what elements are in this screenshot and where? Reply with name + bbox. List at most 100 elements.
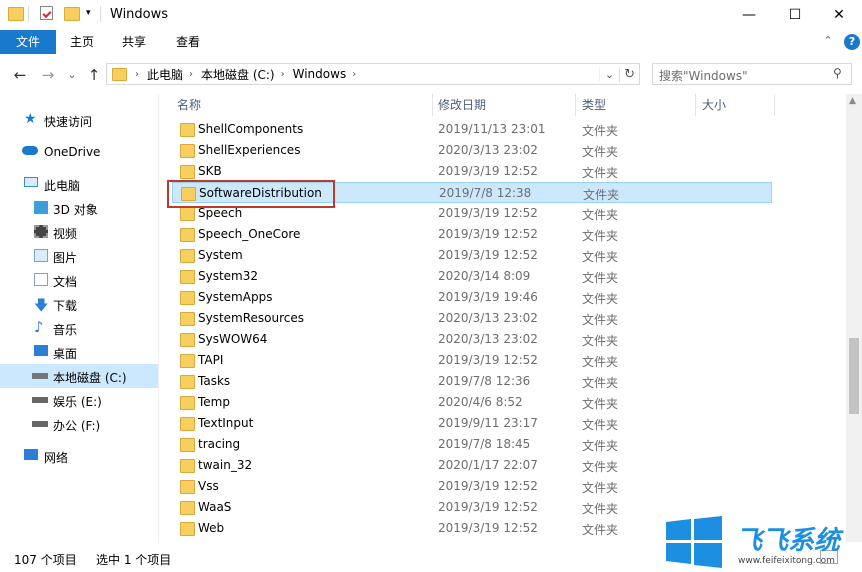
file-date: 2019/7/8 12:38 — [439, 186, 532, 200]
tab-view[interactable]: 查看 — [166, 30, 210, 54]
column-header-name[interactable]: 名称 — [177, 94, 427, 116]
file-type: 文件夹 — [582, 271, 619, 285]
folder-icon — [180, 291, 195, 305]
table-row[interactable]: SysWOW64 2020/3/13 23:02 文件夹 — [172, 329, 772, 350]
table-row[interactable]: tracing 2019/7/8 18:45 文件夹 — [172, 434, 772, 455]
star-icon: ★ — [24, 111, 37, 127]
file-name: Web — [198, 521, 225, 535]
column-divider[interactable] — [432, 94, 433, 116]
column-header-date[interactable]: 修改日期 — [438, 94, 568, 116]
back-button[interactable]: ← — [10, 66, 30, 84]
file-type: 文件夹 — [582, 460, 619, 474]
table-row[interactable]: Speech_OneCore 2019/3/19 12:52 文件夹 — [172, 224, 772, 245]
drive-icon — [32, 421, 48, 427]
tab-home[interactable]: 主页 — [60, 30, 104, 54]
file-name: Tasks — [198, 374, 231, 388]
breadcrumb-this-pc[interactable]: 此电脑 — [147, 66, 183, 83]
table-row[interactable]: SystemResources 2020/3/13 23:02 文件夹 — [172, 308, 772, 329]
file-type: 文件夹 — [582, 166, 619, 180]
address-dropdown-icon[interactable]: ⌄ — [598, 67, 619, 81]
sidebar-item-desktop[interactable]: 桌面 — [0, 340, 158, 364]
recent-locations-button[interactable]: ⌄ — [62, 66, 82, 84]
table-row[interactable]: System32 2020/3/14 8:09 文件夹 — [172, 266, 772, 287]
sidebar-item-drive-e[interactable]: 娱乐 (E:) — [0, 388, 158, 412]
table-row[interactable]: TextInput 2019/9/11 23:17 文件夹 — [172, 413, 772, 434]
file-name: ShellExperiences — [198, 143, 301, 157]
sidebar-item-pictures[interactable]: 图片 — [0, 244, 158, 268]
table-row[interactable]: ShellComponents 2019/11/13 23:01 文件夹 — [172, 119, 772, 140]
table-row[interactable]: System 2019/3/19 12:52 文件夹 — [172, 245, 772, 266]
sidebar-item-local-disk-c[interactable]: 本地磁盘 (C:) — [0, 364, 158, 388]
file-type: 文件夹 — [582, 439, 619, 453]
table-row[interactable]: SystemApps 2019/3/19 19:46 文件夹 — [172, 287, 772, 308]
drive-icon — [32, 397, 48, 403]
folder-icon — [112, 67, 127, 81]
file-type: 文件夹 — [582, 292, 619, 306]
sidebar-item-downloads[interactable]: 🡇 下载 — [0, 292, 158, 316]
maximize-button[interactable]: ☐ — [772, 0, 818, 30]
tab-file[interactable]: 文件 — [0, 30, 56, 54]
table-row[interactable]: SKB 2019/3/19 12:52 文件夹 — [172, 161, 772, 182]
desktop-icon — [34, 345, 48, 356]
help-icon[interactable]: ? — [844, 34, 860, 50]
column-header-type[interactable]: 类型 — [582, 94, 692, 116]
customize-quick-access-icon[interactable]: ▾ — [86, 8, 91, 18]
sidebar-item-quick-access[interactable]: ★ 快速访问 — [0, 108, 158, 132]
sidebar-item-onedrive[interactable]: OneDrive — [0, 140, 158, 164]
search-input[interactable]: 搜索"Windows" ⚲ — [652, 63, 852, 85]
sidebar-item-videos[interactable]: 视频 — [0, 220, 158, 244]
file-date: 2020/3/13 23:02 — [438, 332, 538, 346]
up-button[interactable]: ↑ — [84, 66, 104, 84]
table-row[interactable]: ShellExperiences 2020/3/13 23:02 文件夹 — [172, 140, 772, 161]
file-date: 2019/7/8 12:36 — [438, 374, 531, 388]
sidebar-item-3d-objects[interactable]: 3D 对象 — [0, 196, 158, 220]
file-name: System — [198, 248, 243, 262]
file-name: SystemApps — [198, 290, 273, 304]
column-header-size[interactable]: 大小 — [702, 94, 772, 116]
breadcrumb-local-disk[interactable]: 本地磁盘 (C:) — [201, 66, 275, 83]
table-row[interactable]: Temp 2020/4/6 8:52 文件夹 — [172, 392, 772, 413]
folder-icon — [180, 249, 195, 263]
expand-ribbon-icon[interactable]: ⌃ — [820, 34, 836, 50]
minimize-button[interactable]: — — [726, 0, 772, 30]
table-row[interactable]: Tasks 2019/7/8 12:36 文件夹 — [172, 371, 772, 392]
file-type: 文件夹 — [582, 334, 619, 348]
sidebar-item-music[interactable]: ♪ 音乐 — [0, 316, 158, 340]
refresh-icon[interactable]: ↻ — [619, 66, 639, 82]
address-row: ← → ⌄ ↑ › 此电脑 › 本地磁盘 (C:) › Windows › ⌄ … — [0, 54, 862, 94]
scrollbar-thumb[interactable] — [849, 338, 859, 414]
properties-icon[interactable] — [40, 6, 53, 20]
sidebar-item-this-pc[interactable]: 此电脑 — [0, 172, 158, 196]
file-date: 2020/3/14 8:09 — [438, 269, 531, 283]
folder-icon — [180, 522, 195, 536]
file-date: 2019/9/11 23:17 — [438, 416, 538, 430]
forward-button[interactable]: → — [38, 66, 58, 84]
vertical-scrollbar[interactable]: ▲ — [846, 94, 862, 542]
scroll-up-icon[interactable]: ▲ — [849, 96, 856, 106]
ribbon-tabs: 文件 主页 共享 查看 ⌃ ? — [0, 30, 862, 55]
watermark-brand: 飞飞系统 — [736, 526, 841, 556]
table-row[interactable]: WaaS 2019/3/19 12:52 文件夹 — [172, 497, 772, 518]
divider — [100, 6, 101, 22]
sidebar-item-documents[interactable]: 文档 — [0, 268, 158, 292]
search-icon[interactable]: ⚲ — [833, 66, 842, 80]
address-bar[interactable]: › 此电脑 › 本地磁盘 (C:) › Windows › ⌄ ↻ — [106, 63, 640, 85]
new-folder-icon[interactable] — [64, 7, 80, 21]
column-divider[interactable] — [575, 94, 576, 116]
file-type: 文件夹 — [582, 502, 619, 516]
column-divider[interactable] — [695, 94, 696, 116]
divider — [28, 6, 29, 22]
table-row[interactable]: Vss 2019/3/19 12:52 文件夹 — [172, 476, 772, 497]
sidebar-item-network[interactable]: 网络 — [0, 444, 158, 468]
breadcrumb-windows[interactable]: Windows — [293, 67, 347, 81]
sidebar-item-drive-f[interactable]: 办公 (F:) — [0, 412, 158, 436]
chevron-right-icon: › — [280, 68, 285, 80]
file-date: 2020/1/17 22:07 — [438, 458, 538, 472]
file-type: 文件夹 — [582, 208, 619, 222]
table-row[interactable]: TAPI 2019/3/19 12:52 文件夹 — [172, 350, 772, 371]
column-divider[interactable] — [774, 94, 775, 116]
close-button[interactable]: ✕ — [816, 0, 862, 30]
tab-share[interactable]: 共享 — [112, 30, 156, 54]
file-name: SysWOW64 — [198, 332, 268, 346]
table-row[interactable]: twain_32 2020/1/17 22:07 文件夹 — [172, 455, 772, 476]
